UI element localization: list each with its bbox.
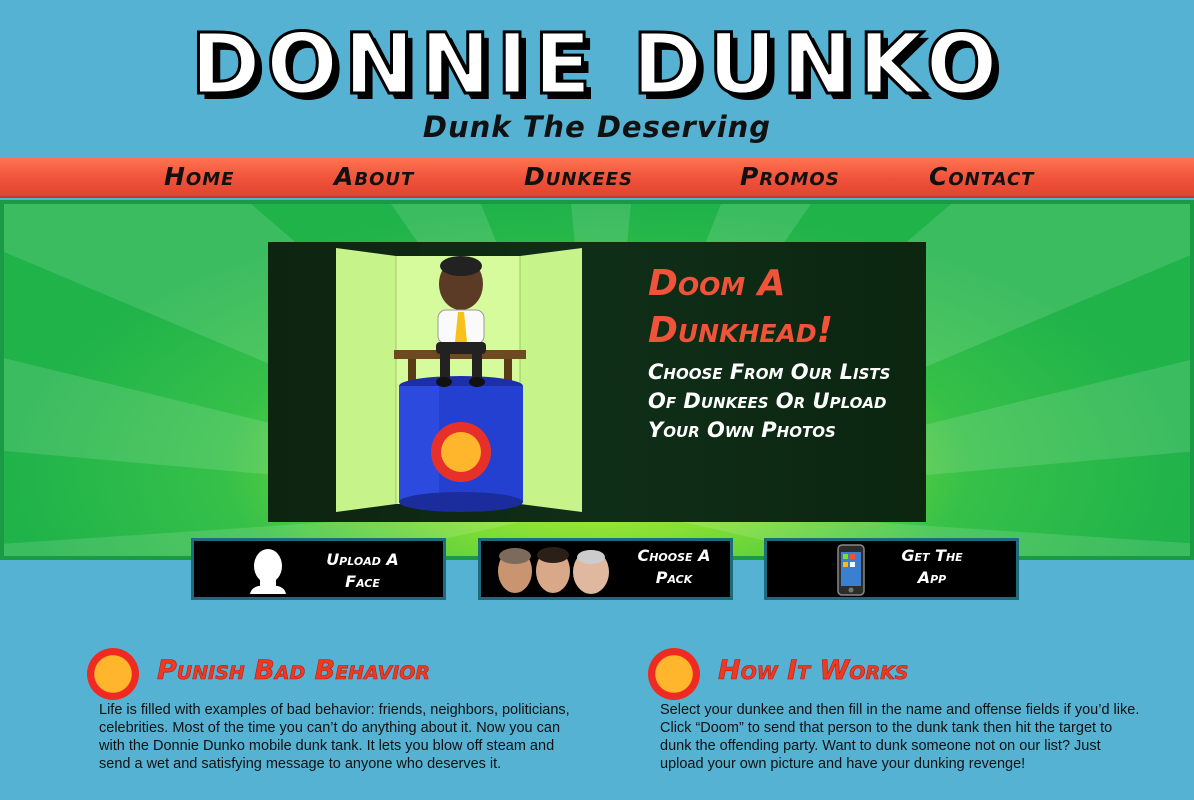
- hero-title: Doom A Dunkhead!: [648, 263, 833, 351]
- nav-promos[interactable]: Promos: [740, 162, 840, 191]
- nav-contact[interactable]: Contact: [929, 162, 1034, 191]
- section-body-punish: Life is filled with examples of bad beha…: [99, 702, 570, 772]
- face-pack-icon: [498, 547, 609, 594]
- choose-pack-button[interactable]: Choose A Pack: [478, 538, 733, 600]
- site-logo[interactable]: DONNIE DUNKO: [0, 14, 1194, 115]
- main-nav: Home About Dunkees Promos Contact: [0, 158, 1194, 198]
- pack-label-line2: Pack: [655, 568, 693, 587]
- app-label-line2: App: [917, 568, 947, 587]
- upload-label-line2: Face: [345, 572, 380, 591]
- hero-subtitle: Choose From Our Lists Of Dunkees Or Uplo…: [648, 360, 891, 442]
- target-icon: [648, 648, 700, 700]
- site-tagline: Dunk The Deserving: [422, 110, 772, 144]
- upload-face-button[interactable]: Upload A Face: [191, 538, 446, 600]
- section-title-how: How It Works: [718, 655, 909, 687]
- face-silhouette-icon: [250, 549, 286, 594]
- nav-home[interactable]: Home: [164, 162, 234, 191]
- upload-label-line1: Upload A: [326, 550, 399, 569]
- hero-banner: Doom A Dunkhead! Choose From Our Lists O…: [268, 242, 926, 522]
- section-body-how: Select your dunkee and then fill in the …: [660, 702, 1140, 772]
- smartphone-icon: [837, 544, 865, 596]
- target-icon: [87, 648, 139, 700]
- get-app-button[interactable]: Get The App: [764, 538, 1019, 600]
- dunk-tank-illustration: [336, 248, 582, 512]
- pack-label-line1: Choose A: [637, 546, 711, 565]
- nav-dunkees[interactable]: Dunkees: [524, 162, 633, 191]
- section-title-punish: Punish Bad Behavior: [157, 655, 431, 687]
- nav-about[interactable]: About: [334, 162, 414, 191]
- app-label-line1: Get The: [901, 546, 963, 565]
